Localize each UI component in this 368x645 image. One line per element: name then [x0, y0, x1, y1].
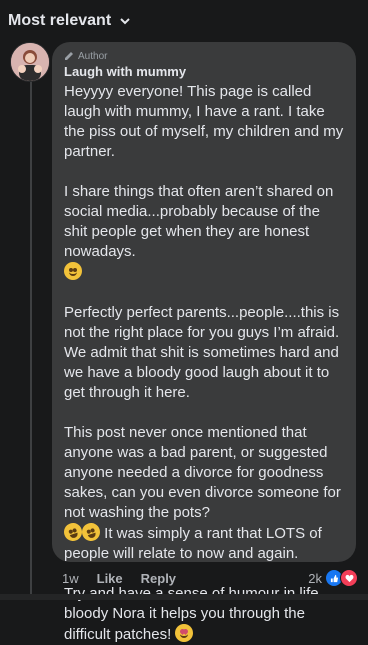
comment-paragraph: Heyyyy everyone! This page is called lau… [64, 83, 344, 160]
sort-dropdown[interactable]: Most relevant [8, 10, 131, 32]
reactions-summary[interactable]: 2k [308, 569, 358, 587]
comment-bubble: Author Laugh with mummy Heyyyy everyone!… [52, 42, 356, 643]
love-reaction-icon [340, 569, 358, 587]
comment-paragraph: This post never once mentioned that anyo… [64, 424, 341, 521]
comment-paragraph-text: I share things that often aren’t shared … [64, 183, 334, 260]
comment-paragraph: I share things that often aren’t shared … [64, 182, 344, 283]
comment-author[interactable]: Laugh with mummy [64, 64, 344, 80]
pencil-icon [65, 52, 73, 60]
author-badge: Author [64, 50, 344, 62]
comment-timestamp[interactable]: 1w [62, 571, 79, 586]
comment-paragraph: Perfectly perfect parents...people....th… [64, 304, 340, 401]
sort-label: Most relevant [8, 12, 112, 29]
bottom-bar [0, 594, 368, 600]
comment-paragraph-text: It was simply a rant that LOTS of people… [64, 525, 322, 562]
comment-paragraph: It was simply a rant that LOTS of people… [61, 520, 344, 564]
comment-footer: 1w Like Reply 2k [62, 568, 358, 588]
author-badge-label: Author [78, 50, 108, 62]
rolling-on-floor-laughing-emoji [79, 520, 103, 544]
reaction-count: 2k [308, 570, 322, 586]
comment-body: Heyyyy everyone! This page is called lau… [61, 82, 344, 645]
eye-roll-emoji [64, 262, 82, 280]
thread-line [30, 80, 32, 600]
like-button[interactable]: Like [97, 571, 123, 586]
chevron-down-icon [120, 18, 130, 25]
smiling-face-with-hearts-emoji [175, 624, 194, 642]
reply-button[interactable]: Reply [141, 571, 176, 586]
avatar[interactable] [10, 42, 50, 82]
